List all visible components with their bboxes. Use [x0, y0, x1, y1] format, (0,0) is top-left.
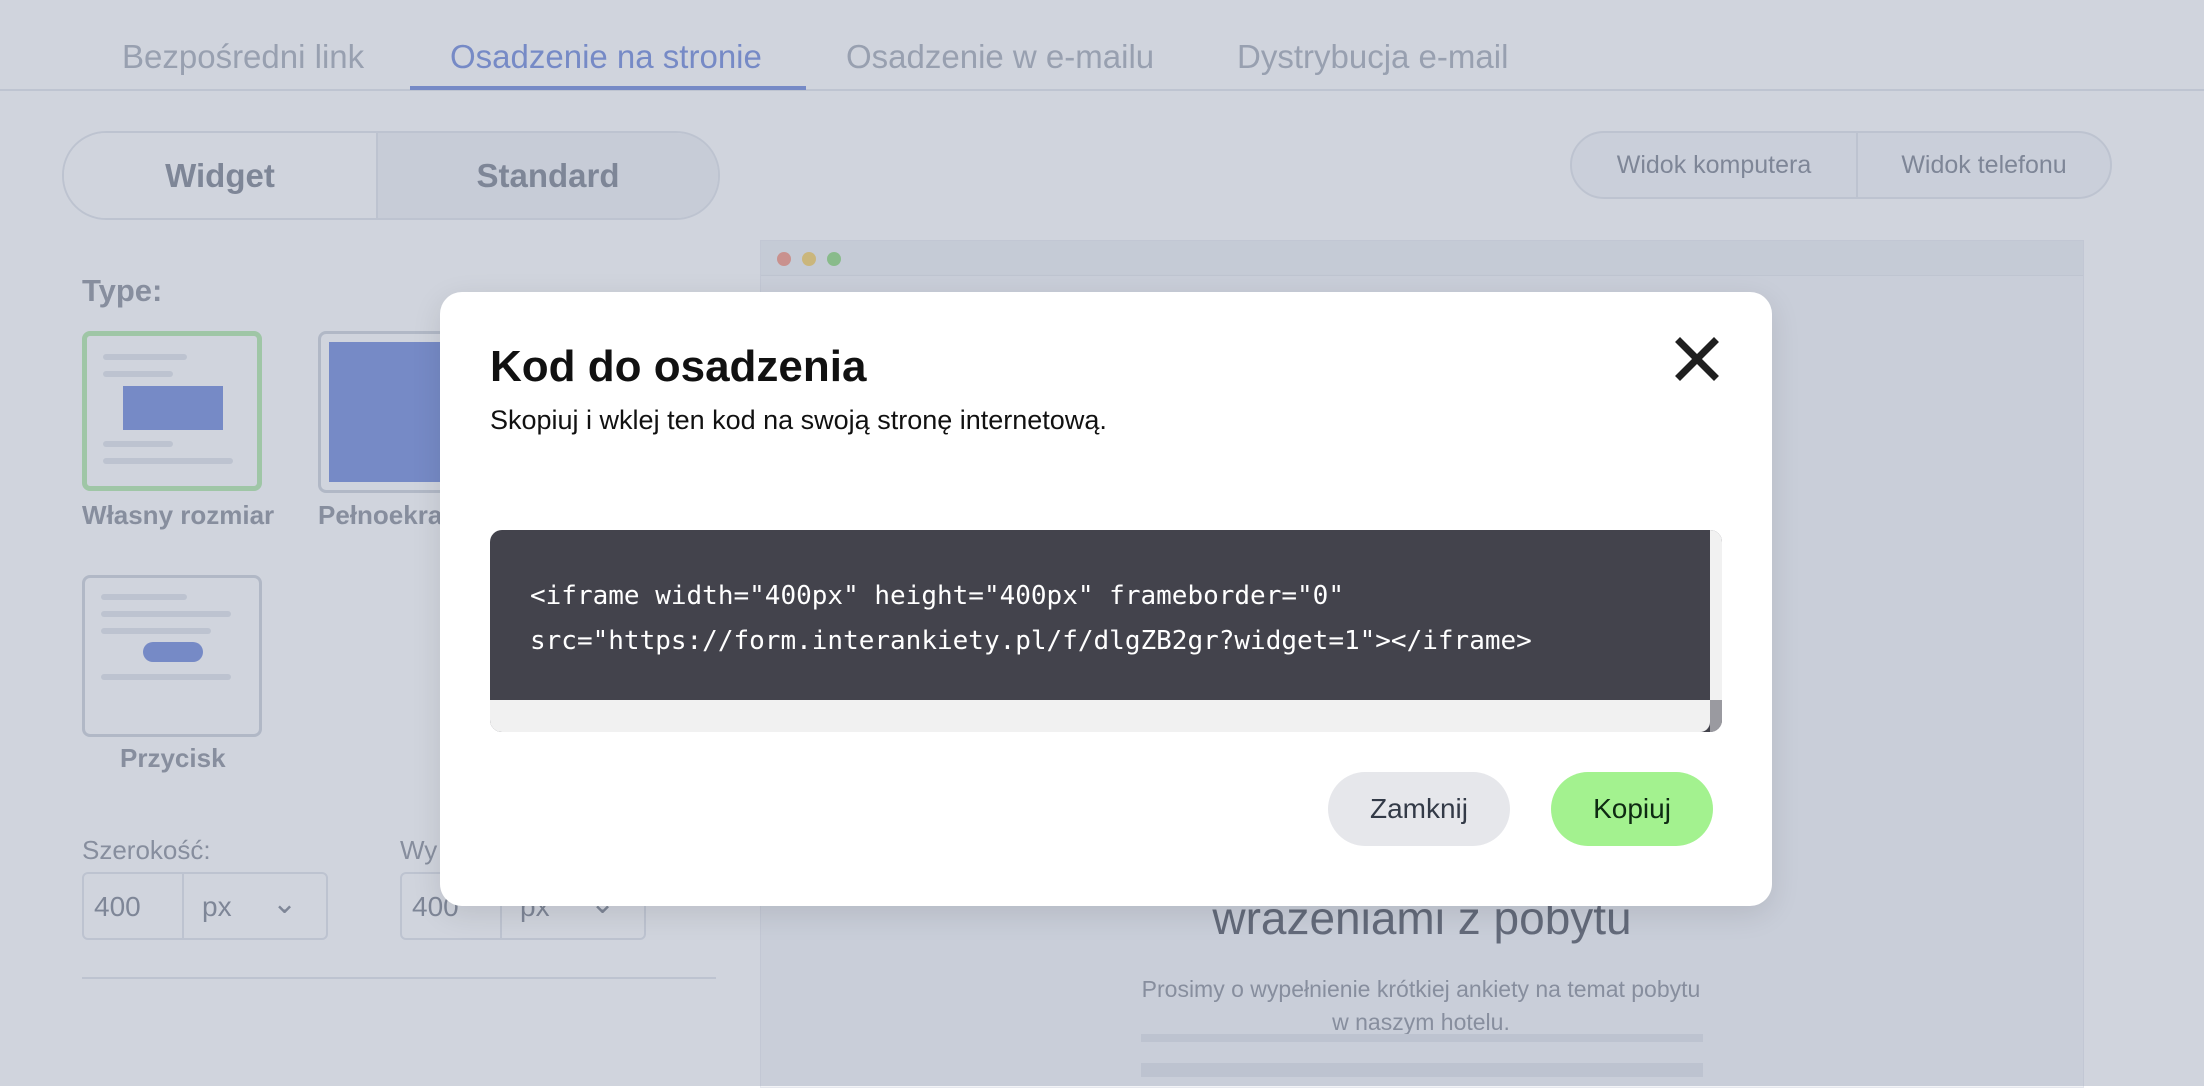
- close-button[interactable]: Zamknij: [1328, 772, 1510, 846]
- copy-button[interactable]: Kopiuj: [1551, 772, 1713, 846]
- horizontal-scrollbar[interactable]: [490, 700, 1710, 732]
- embed-code-box[interactable]: <iframe width="400px" height="400px" fra…: [490, 530, 1722, 732]
- dialog-title: Kod do osadzenia: [490, 342, 867, 391]
- embed-code-dialog: Kod do osadzenia Skopiuj i wklej ten kod…: [440, 292, 1772, 906]
- scrollbar-corner: [1710, 700, 1722, 732]
- embed-code-line: <iframe width="400px" height="400px" fra…: [530, 581, 1344, 611]
- embed-code-line: src="https://form.interankiety.pl/f/dlgZ…: [530, 626, 1532, 656]
- close-x-icon[interactable]: [1672, 334, 1722, 384]
- dialog-subtitle: Skopiuj i wklej ten kod na swoją stronę …: [490, 405, 1107, 435]
- vertical-scrollbar[interactable]: [1710, 530, 1722, 700]
- embed-code-text[interactable]: <iframe width="400px" height="400px" fra…: [530, 574, 1532, 664]
- page: Bezpośredni link Osadzenie na stronie Os…: [0, 0, 2204, 1088]
